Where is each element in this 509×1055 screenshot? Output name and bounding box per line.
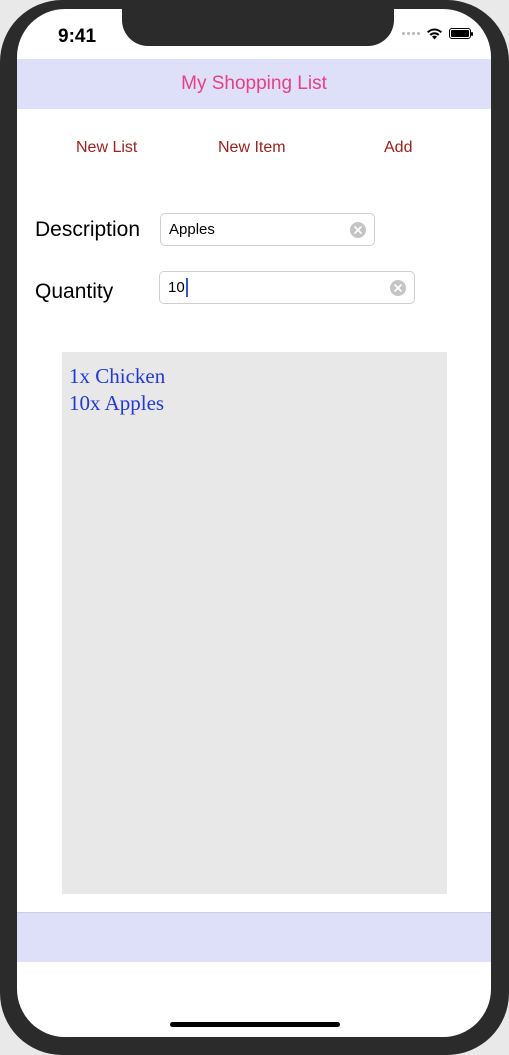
quantity-value: 10 — [168, 279, 185, 296]
description-label: Description — [35, 218, 141, 241]
simulator-stage: 9:41 My Shopping List New List New Item … — [0, 0, 509, 1055]
status-time: 9:41 — [58, 26, 97, 47]
clear-icon[interactable] — [390, 280, 406, 296]
new-item-button[interactable]: New Item — [218, 139, 286, 157]
new-list-button[interactable]: New List — [76, 139, 137, 157]
shopping-list-view[interactable]: 1x Chicken 10x Apples — [62, 352, 447, 894]
description-field[interactable]: Apples — [160, 213, 375, 246]
wifi-icon — [427, 28, 442, 40]
list-item: 10x Apples — [69, 391, 165, 415]
bottom-toolbar — [17, 912, 491, 962]
text-cursor — [185, 278, 188, 297]
signal-icon — [402, 32, 420, 35]
clear-icon[interactable] — [350, 222, 366, 238]
quantity-field[interactable]: 10 — [159, 271, 415, 304]
battery-icon — [449, 28, 473, 39]
home-indicator[interactable] — [170, 1022, 340, 1027]
phone-frame: 9:41 My Shopping List New List New Item … — [0, 0, 509, 1055]
add-button[interactable]: Add — [384, 139, 412, 157]
notch — [122, 9, 394, 46]
nav-title: My Shopping List — [181, 73, 327, 94]
description-value: Apples — [169, 221, 215, 238]
list-item: 1x Chicken — [69, 364, 166, 388]
phone-screen: 9:41 My Shopping List New List New Item … — [17, 9, 491, 1037]
nav-bar: My Shopping List — [17, 59, 491, 109]
status-icons — [402, 27, 473, 40]
quantity-label: Quantity — [35, 280, 114, 303]
